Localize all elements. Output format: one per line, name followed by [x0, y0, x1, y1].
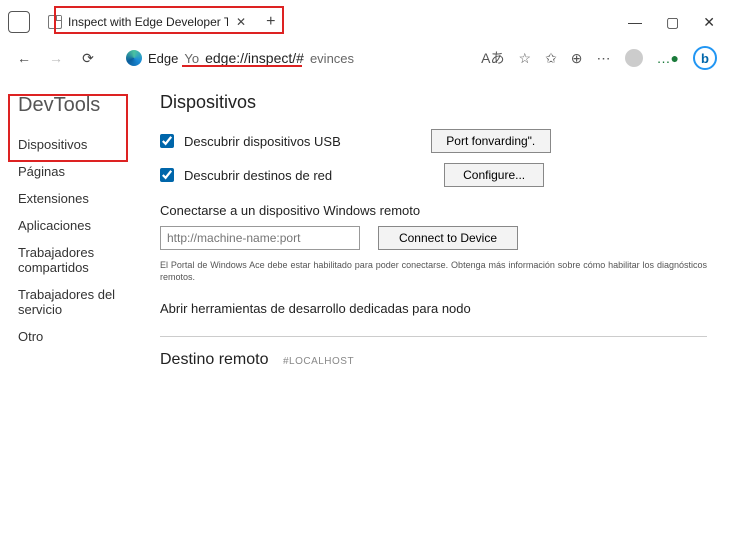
url-prefix: Yo	[184, 51, 199, 66]
machine-name-input[interactable]	[160, 226, 360, 250]
browser-toolbar: ← → ⟳ Edge Yo edge://inspect/# evinces A…	[0, 40, 731, 76]
network-checkbox[interactable]	[160, 168, 174, 182]
browser-tab[interactable]: Inspect with Edge Developer To ✕	[40, 7, 254, 37]
omnibox[interactable]: Yo edge://inspect/# evinces	[184, 50, 354, 66]
collections-icon[interactable]: ⊕	[571, 50, 583, 67]
read-aloud-icon[interactable]: Aあ	[481, 48, 504, 68]
sidebar-item-label: Aplicaciones	[18, 218, 91, 233]
page-heading: Dispositivos	[160, 92, 707, 113]
edge-logo-icon	[126, 50, 142, 66]
tab-title: Inspect with Edge Developer To	[68, 15, 228, 29]
network-checkbox-label: Descubrir destinos de red	[184, 168, 332, 183]
sidebar-item-label: Trabajadores compartidos	[18, 245, 94, 275]
portal-note: El Portal de Windows Ace debe estar habi…	[160, 260, 707, 283]
sidebar-item-dispositivos[interactable]: Dispositivos	[18, 131, 154, 158]
refresh-button[interactable]: ⟳	[74, 44, 102, 72]
connect-to-device-button[interactable]: Connect to Device	[378, 226, 518, 250]
configure-button[interactable]: Configure...	[444, 163, 544, 187]
content-area: Dispositivos Descubrir dispositivos USB …	[160, 76, 731, 541]
close-window-icon[interactable]: ✕	[703, 14, 715, 31]
sidebar: DevTools Dispositivos Páginas Extensione…	[0, 76, 160, 541]
new-tab-button[interactable]: +	[266, 13, 275, 31]
url-text: edge://inspect/#	[205, 50, 304, 66]
address-area[interactable]: Edge Yo edge://inspect/# evinces	[126, 50, 354, 66]
sidebar-item-label: Páginas	[18, 164, 65, 179]
port-forwarding-button[interactable]: Port fonvarding".	[431, 129, 551, 153]
open-node-devtools-link[interactable]: Abrir herramientas de desarrollo dedicad…	[160, 301, 707, 316]
remote-target-heading: Destino remoto	[160, 351, 269, 368]
page-icon	[48, 15, 62, 29]
edge-label: Edge	[148, 51, 178, 66]
sidebar-item-label: Dispositivos	[18, 137, 87, 152]
sidebar-title: DevTools	[18, 94, 154, 117]
favorites-icon[interactable]: ✩	[545, 50, 557, 67]
bing-icon[interactable]: b	[693, 46, 717, 70]
close-tab-icon[interactable]: ✕	[236, 15, 246, 29]
title-bar: Inspect with Edge Developer To ✕ + — ▢ ✕	[0, 0, 731, 40]
back-button[interactable]: ←	[10, 44, 38, 72]
more-menu-icon[interactable]: …●	[657, 50, 679, 66]
sidebar-item-trabajadores-compartidos[interactable]: Trabajadores compartidos	[18, 239, 154, 281]
usb-checkbox-label: Descubrir dispositivos USB	[184, 134, 341, 149]
sidebar-item-trabajadores-servicio[interactable]: Trabajadores del servicio	[18, 281, 154, 323]
window-controls: — ▢ ✕	[628, 14, 723, 31]
sidebar-item-extensiones[interactable]: Extensiones	[18, 185, 154, 212]
forward-button: →	[42, 44, 70, 72]
maximize-icon[interactable]: ▢	[666, 14, 679, 31]
profile-icon[interactable]	[625, 49, 643, 67]
usb-checkbox[interactable]	[160, 134, 174, 148]
sidebar-item-label: Trabajadores del servicio	[18, 287, 115, 317]
sidebar-item-paginas[interactable]: Páginas	[18, 158, 154, 185]
url-suffix: evinces	[310, 51, 354, 66]
minimize-icon[interactable]: —	[628, 14, 642, 31]
divider	[160, 336, 707, 337]
favorite-star-icon[interactable]: ☆	[519, 50, 532, 67]
sidebar-item-aplicaciones[interactable]: Aplicaciones	[18, 212, 154, 239]
remote-target-tag: #LOCALHOST	[283, 356, 354, 367]
sidebar-item-label: Extensiones	[18, 191, 89, 206]
sidebar-item-label: Otro	[18, 329, 43, 344]
remote-windows-label: Conectarse a un dispositivo Windows remo…	[160, 203, 707, 218]
sidebar-item-otro[interactable]: Otro	[18, 323, 154, 350]
extensions-icon[interactable]: ⋯	[597, 50, 611, 67]
tab-actions-icon[interactable]	[8, 11, 30, 33]
